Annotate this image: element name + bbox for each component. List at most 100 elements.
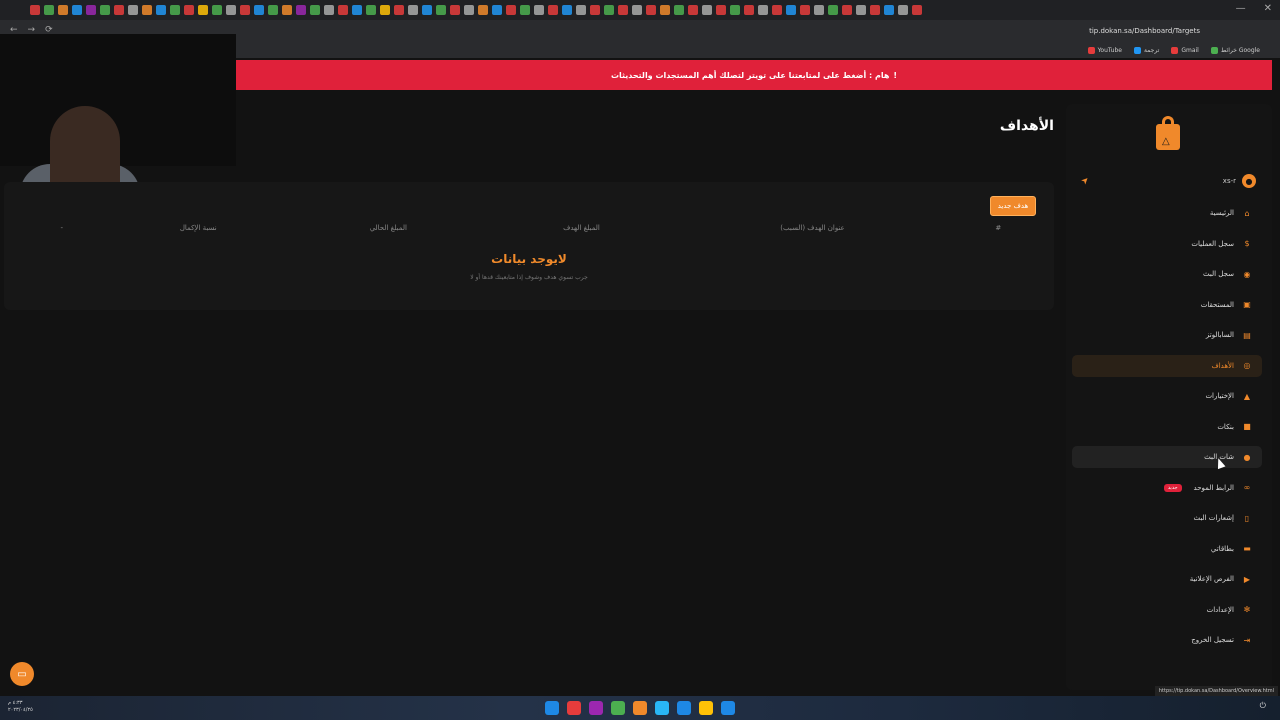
minimize-icon[interactable]: — (1236, 3, 1246, 14)
taskbar-app-icon[interactable] (589, 701, 603, 715)
sidebar-item-8[interactable]: شات البث ● (1072, 446, 1262, 468)
browser-tab-favicon[interactable] (380, 5, 390, 15)
bookmark-item[interactable]: Gmail (1171, 46, 1199, 54)
browser-tab-favicon[interactable] (86, 5, 96, 15)
browser-tab-favicon[interactable] (800, 5, 810, 15)
browser-tab-favicon[interactable] (212, 5, 222, 15)
browser-tab-favicon[interactable] (422, 5, 432, 15)
browser-tab-favicon[interactable] (730, 5, 740, 15)
browser-tab-favicon[interactable] (128, 5, 138, 15)
url-text[interactable]: tip.dokan.sa/Dashboard/Targets (1089, 27, 1200, 35)
browser-tab-favicon[interactable] (744, 5, 754, 15)
browser-tab-favicon[interactable] (492, 5, 502, 15)
browser-tab-favicon[interactable] (506, 5, 516, 15)
power-icon[interactable]: ⏻ (1260, 701, 1266, 711)
sidebar-item-7[interactable]: بنكات ■ (1072, 416, 1262, 438)
browser-tab-favicon[interactable] (478, 5, 488, 15)
taskbar-clock[interactable]: ٤:٣٣ م ٢٠٢٣/٠٤/٢٥ (8, 700, 33, 714)
browser-tab-favicon[interactable] (282, 5, 292, 15)
bookmark-item[interactable]: YouTube (1087, 46, 1122, 54)
sidebar-item-4[interactable]: السابالوتز ▤ (1072, 324, 1262, 346)
browser-tab-favicon[interactable] (324, 5, 334, 15)
browser-tab-favicon[interactable] (156, 5, 166, 15)
sidebar-item-5[interactable]: الأهداف ◎ (1072, 354, 1262, 377)
browser-tab-favicon[interactable] (828, 5, 838, 15)
browser-tab-favicon[interactable] (618, 5, 628, 15)
browser-tab-favicon[interactable] (58, 5, 68, 15)
browser-tab-favicon[interactable] (296, 5, 306, 15)
browser-tab-favicon[interactable] (786, 5, 796, 15)
browser-tab-favicon[interactable] (534, 5, 544, 15)
browser-tab-favicon[interactable] (758, 5, 768, 15)
browser-tab-favicon[interactable] (226, 5, 236, 15)
browser-tab-favicon[interactable] (254, 5, 264, 15)
browser-tab-favicon[interactable] (142, 5, 152, 15)
sidebar-item-14[interactable]: تسجيل الخروج ⇥ (1072, 629, 1262, 651)
bookmark-item[interactable]: خرائط Google (1210, 46, 1260, 54)
user-profile[interactable]: xs-r ● (1223, 174, 1256, 188)
taskbar-app-icon[interactable] (721, 701, 735, 715)
taskbar-app-icon[interactable] (699, 701, 713, 715)
browser-tab-favicon[interactable] (632, 5, 642, 15)
taskbar-app-icon[interactable] (655, 701, 669, 715)
new-target-button[interactable]: هدف جديد (990, 196, 1036, 216)
sidebar-item-12[interactable]: الفرص الإعلانية ▶ (1072, 568, 1262, 590)
taskbar-app-icon[interactable] (545, 701, 559, 715)
browser-tab-favicon[interactable] (464, 5, 474, 15)
browser-tab-favicon[interactable] (884, 5, 894, 15)
browser-tab-favicon[interactable] (72, 5, 82, 15)
browser-tab-favicon[interactable] (842, 5, 852, 15)
browser-tab-favicon[interactable] (408, 5, 418, 15)
browser-tab-favicon[interactable] (520, 5, 530, 15)
taskbar-app-icon[interactable] (677, 701, 691, 715)
sidebar-item-9[interactable]: جديد الرابط الموحد ∞ (1072, 477, 1262, 499)
browser-tab-favicon[interactable] (268, 5, 278, 15)
browser-tab-favicon[interactable] (184, 5, 194, 15)
sidebar-item-11[interactable]: بطاقاتي ▬ (1072, 538, 1262, 560)
browser-tab-favicon[interactable] (198, 5, 208, 15)
sidebar-item-0[interactable]: الرئيسية ⌂ (1072, 202, 1262, 224)
bookmark-item[interactable]: ترجمة (1133, 46, 1159, 54)
browser-tab-favicon[interactable] (100, 5, 110, 15)
support-chat-button[interactable]: ▭ (10, 662, 34, 686)
sidebar-item-13[interactable]: الإعدادات ✻ (1072, 599, 1262, 621)
sidebar-item-10[interactable]: إشعارات البث ▯ (1072, 507, 1262, 529)
browser-tab-favicon[interactable] (912, 5, 922, 15)
browser-tab-favicon[interactable] (548, 5, 558, 15)
browser-tab-favicon[interactable] (870, 5, 880, 15)
browser-tab-favicon[interactable] (716, 5, 726, 15)
sidebar-item-1[interactable]: سجل العمليات $ (1072, 233, 1262, 255)
taskbar-app-icon[interactable] (611, 701, 625, 715)
browser-tab-favicon[interactable] (772, 5, 782, 15)
taskbar-app-icon[interactable] (567, 701, 581, 715)
navigate-arrow-icon[interactable]: ➤ (1080, 175, 1092, 187)
browser-tab-favicon[interactable] (562, 5, 572, 15)
browser-tab-favicon[interactable] (170, 5, 180, 15)
browser-tab-favicon[interactable] (450, 5, 460, 15)
browser-tab-favicon[interactable] (310, 5, 320, 15)
browser-tab-favicon[interactable] (674, 5, 684, 15)
browser-tab-favicon[interactable] (856, 5, 866, 15)
browser-tab-favicon[interactable] (394, 5, 404, 15)
browser-tab-favicon[interactable] (44, 5, 54, 15)
browser-tab-favicon[interactable] (660, 5, 670, 15)
close-window-icon[interactable]: ✕ (1264, 3, 1272, 14)
browser-tab-favicon[interactable] (688, 5, 698, 15)
browser-tab-favicon[interactable] (646, 5, 656, 15)
browser-tab-favicon[interactable] (366, 5, 376, 15)
dokan-logo[interactable]: △ (1154, 116, 1182, 150)
browser-tab-favicon[interactable] (604, 5, 614, 15)
announcement-bar[interactable]: ! هام : أضغط على لمتابعتنا على تويتر لتص… (236, 60, 1272, 90)
browser-tab-favicon[interactable] (576, 5, 586, 15)
browser-tab-favicon[interactable] (898, 5, 908, 15)
browser-tab-favicon[interactable] (114, 5, 124, 15)
taskbar-app-icon[interactable] (633, 701, 647, 715)
browser-tab-favicon[interactable] (30, 5, 40, 15)
browser-tab-favicon[interactable] (702, 5, 712, 15)
browser-tab-favicon[interactable] (338, 5, 348, 15)
browser-tab-favicon[interactable] (240, 5, 250, 15)
browser-tab-favicon[interactable] (352, 5, 362, 15)
sidebar-item-2[interactable]: سجل البث ◉ (1072, 263, 1262, 285)
browser-tab-favicon[interactable] (590, 5, 600, 15)
sidebar-item-3[interactable]: المستحقات ▣ (1072, 294, 1262, 316)
